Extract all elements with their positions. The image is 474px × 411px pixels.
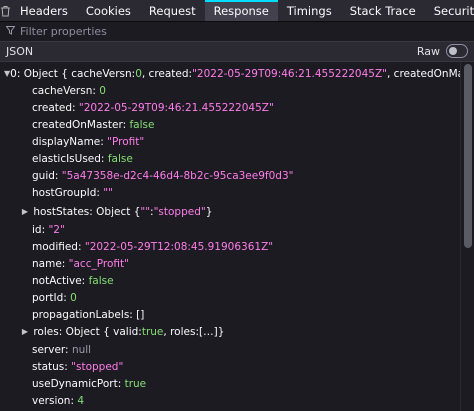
field-preview-end: } <box>205 205 213 218</box>
field-value: true <box>124 377 147 390</box>
field-value: null <box>71 343 92 356</box>
field-value: 4 <box>77 394 85 407</box>
tab-cookies[interactable]: Cookies <box>77 0 140 21</box>
tab-headers[interactable]: Headers <box>11 0 77 21</box>
field-value: false <box>107 152 133 165</box>
field-key: cacheVersn: <box>32 84 96 97</box>
tree-row-created[interactable]: created: "2022-05-29T09:46:21.455222045Z… <box>0 99 460 116</box>
field-value: "Profit" <box>107 135 145 148</box>
tab-timings[interactable]: Timings <box>278 0 341 21</box>
tree-row-propagationLabels[interactable]: propagationLabels: [] <box>0 306 460 323</box>
field-key: displayName: <box>32 135 104 148</box>
tree-row-guid[interactable]: guid: "5a47358e-d2c4-46d4-8b2c-95ca3ee9f… <box>0 167 460 184</box>
tree-row-notActive[interactable]: notActive: false <box>0 272 460 289</box>
field-value: false <box>129 118 155 131</box>
root-summary-mid: , created: <box>141 67 193 80</box>
field-value: "5a47358e-d2c4-46d4-8b2c-95ca3ee9f0d3" <box>61 169 294 182</box>
json-section-header: JSON Raw <box>0 42 474 62</box>
tab-response[interactable]: Response <box>204 0 279 21</box>
field-value: "2022-05-29T09:46:21.455222045Z" <box>78 101 274 114</box>
tree-row-hostGroupId[interactable]: hostGroupId: "" <box>0 184 460 201</box>
root-summary-created: "2022-05-29T09:46:21.455222045Z" <box>192 67 387 80</box>
field-value: 0 <box>99 84 106 97</box>
field-value: [] <box>136 308 145 321</box>
field-value: "" <box>103 186 113 199</box>
field-key: name: <box>32 257 66 270</box>
field-preview-array: […] <box>198 325 218 338</box>
json-label: JSON <box>6 45 34 58</box>
field-value: false <box>88 274 114 287</box>
tree-row-portId[interactable]: portId: 0 <box>0 289 460 306</box>
field-key: created: <box>32 101 76 114</box>
tree-row-id[interactable]: id: "2" <box>0 221 460 238</box>
tree-row-elasticIsUsed[interactable]: elasticIsUsed: false <box>0 150 460 167</box>
tab-security[interactable]: Security <box>425 0 474 21</box>
filter-properties-input[interactable]: Filter properties <box>0 22 474 42</box>
tree-row-version[interactable]: version: 4 <box>0 392 460 409</box>
tree-row-root[interactable]: ▼ 0: Object { cacheVersn: 0 , created: "… <box>0 65 460 82</box>
field-key: propagationLabels: <box>32 308 133 321</box>
field-key: status: <box>32 360 68 373</box>
field-preview: Object { valid: <box>65 325 142 338</box>
tree-row-displayName[interactable]: displayName: "Profit" <box>0 133 460 150</box>
root-summary-prefix: Object { cacheVersn: <box>23 67 136 80</box>
field-value: "2022-05-29T12:08:45.91906361Z" <box>84 240 274 253</box>
raw-toggle-group[interactable]: Raw <box>417 44 468 58</box>
field-preview-value: "stopped" <box>153 205 206 218</box>
field-key: roles: <box>33 325 63 338</box>
field-key: hostGroupId: <box>32 186 100 199</box>
filter-icon <box>5 25 16 38</box>
root-summary-cache: 0 <box>135 67 142 80</box>
tree-row-status[interactable]: status: "stopped" <box>0 358 460 375</box>
field-key: useDynamicPort: <box>32 377 122 390</box>
field-key: notActive: <box>32 274 86 287</box>
root-key: 0: <box>10 67 21 80</box>
details-tab-bar: Headers Cookies Request Response Timings… <box>0 0 474 22</box>
field-key: elasticIsUsed: <box>32 152 105 165</box>
field-key: server: <box>32 343 69 356</box>
field-key: guid: <box>32 169 59 182</box>
tab-stack-trace[interactable]: Stack Trace <box>341 0 425 21</box>
scrollbar-thumb[interactable] <box>464 64 472 248</box>
raw-toggle[interactable] <box>446 44 468 58</box>
tree-row-cacheVersn[interactable]: cacheVersn: 0 <box>0 82 460 99</box>
tree-row-server[interactable]: server: null <box>0 341 460 358</box>
field-preview-end: } <box>217 325 225 338</box>
tree-row-createdOnMaster[interactable]: createdOnMaster: false <box>0 116 460 133</box>
field-key: portId: <box>32 291 67 304</box>
field-preview: Object { <box>96 205 141 218</box>
field-key: createdOnMaster: <box>32 118 127 131</box>
field-key: modified: <box>32 240 82 253</box>
tree-row-hostStates[interactable]: ▶ hostStates: Object { "" : "stopped" } <box>0 203 460 220</box>
field-preview-mid: , roles: <box>163 325 199 338</box>
field-preview-valid: true <box>141 325 164 338</box>
raw-label: Raw <box>416 44 440 58</box>
tab-request[interactable]: Request <box>140 0 205 21</box>
vertical-scrollbar[interactable] <box>460 62 474 411</box>
field-key: version: <box>32 394 74 407</box>
collapsed-arrow-icon[interactable]: ▶ <box>20 207 30 216</box>
field-value: "stopped" <box>71 360 124 373</box>
tree-row-name[interactable]: name: "acc_Profit" <box>0 255 460 272</box>
raw-toggle-knob <box>449 47 457 55</box>
field-key: hostStates: <box>33 205 93 218</box>
field-value: 0 <box>70 291 77 304</box>
filter-placeholder: Filter properties <box>20 25 107 38</box>
field-value: "2" <box>48 223 65 236</box>
tree-row-modified[interactable]: modified: "2022-05-29T12:08:45.91906361Z… <box>0 238 460 255</box>
tree-row-useDynamicPort[interactable]: useDynamicPort: true <box>0 375 460 392</box>
collapsed-arrow-icon[interactable]: ▶ <box>20 327 30 336</box>
field-value: "acc_Profit" <box>68 257 129 270</box>
tree-row-roles[interactable]: ▶ roles: Object { valid: true , roles: [… <box>0 323 460 340</box>
trash-icon[interactable] <box>0 0 11 21</box>
root-summary-mid2: , createdOnMaster: <box>387 67 460 80</box>
field-preview-key: "" <box>140 205 151 218</box>
field-key: id: <box>32 223 46 236</box>
json-tree: ▼ 0: Object { cacheVersn: 0 , created: "… <box>0 62 460 411</box>
